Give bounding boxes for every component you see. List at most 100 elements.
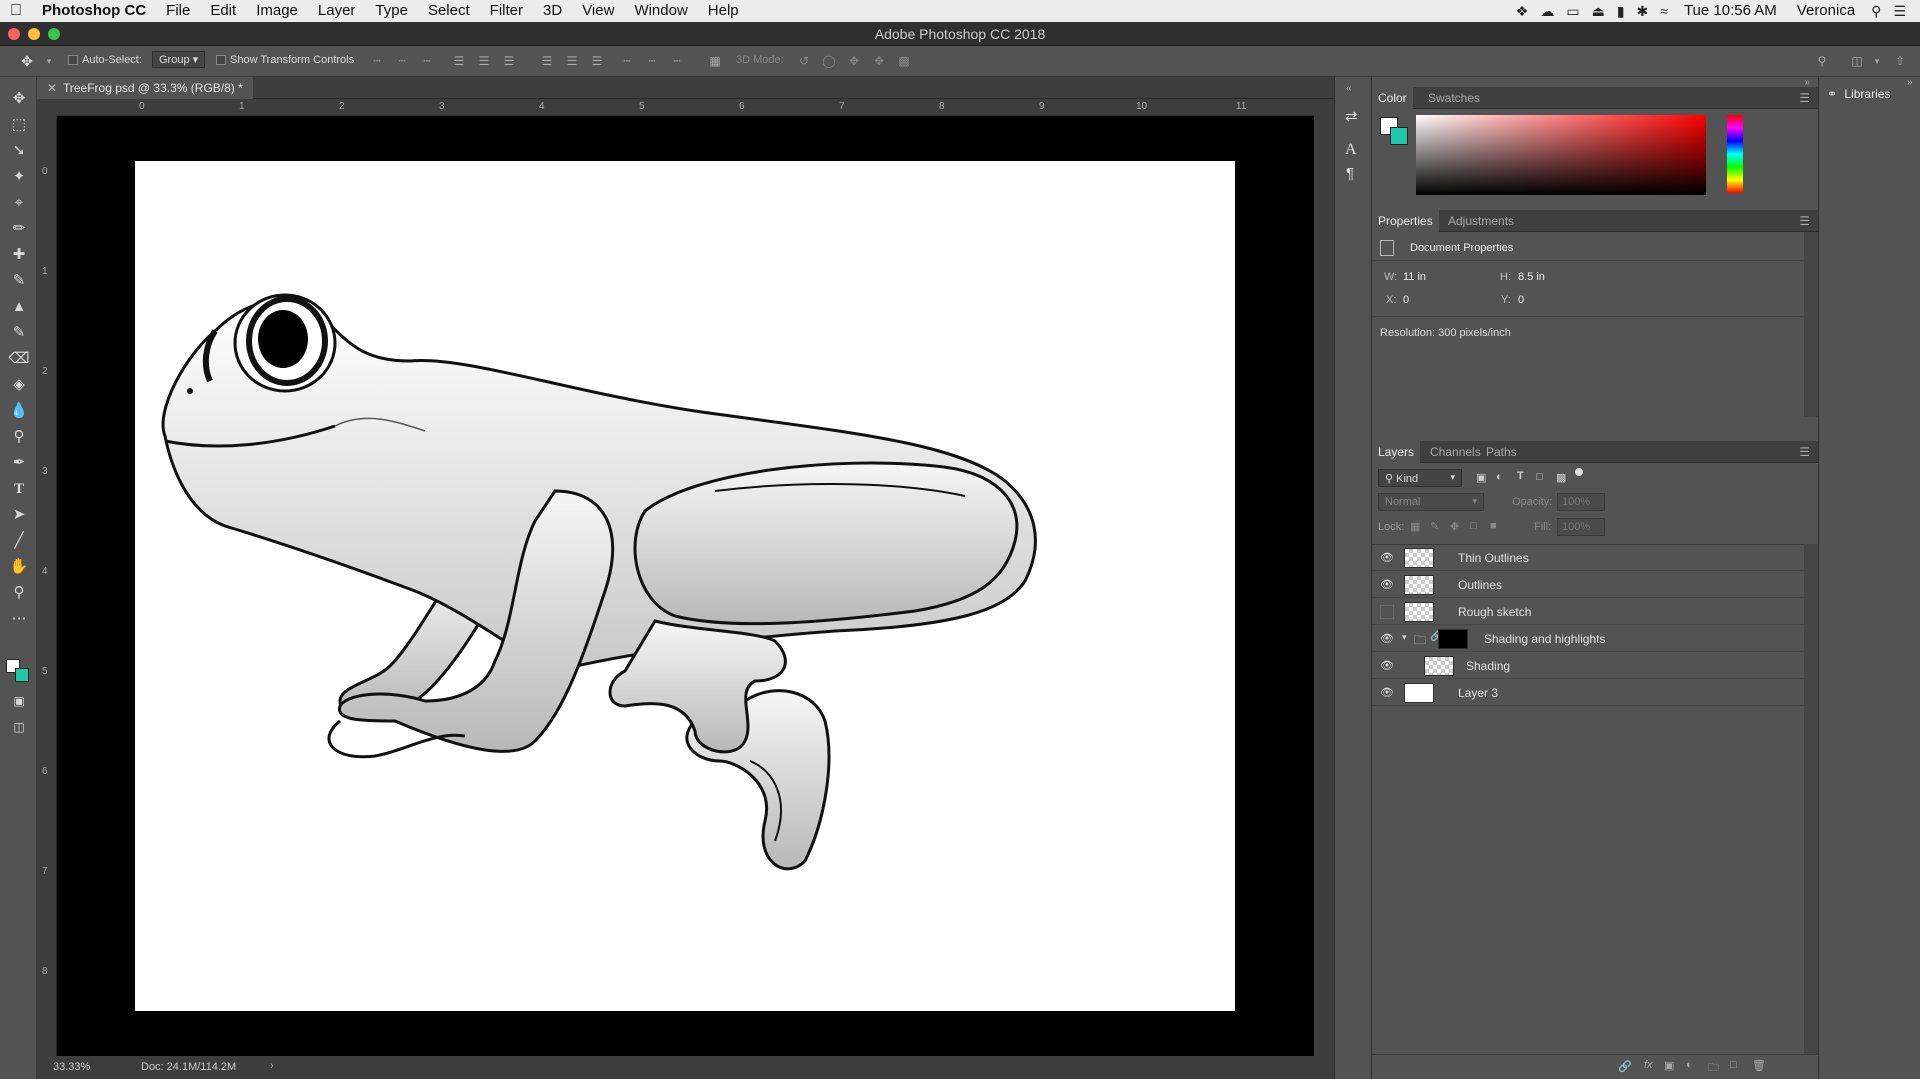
x-value[interactable]: 0 [1403, 294, 1409, 306]
screen-mode-icon[interactable]: ◫ [8, 717, 30, 737]
menu-filter[interactable]: Filter [480, 0, 533, 22]
layer-row[interactable]: 👁 Shading [1372, 653, 1804, 679]
new-layer-icon[interactable]: □ [1730, 1059, 1737, 1071]
align-vcenter-icon[interactable]: ┄ [395, 54, 409, 68]
filter-toggle[interactable] [1575, 468, 1583, 476]
clone-stamp-tool-icon[interactable]: ▲ [8, 297, 30, 317]
share-icon[interactable]: ⇧ [1893, 54, 1907, 68]
lock-transparent-icon[interactable]: ▦ [1410, 520, 1420, 533]
notification-center-icon[interactable]: ☰ [1887, 3, 1920, 20]
paint-bucket-tool-icon[interactable]: ◈ [8, 375, 30, 395]
panel-menu-icon[interactable]: ☰ [1799, 91, 1810, 105]
bluetooth-icon[interactable]: ✱ [1631, 3, 1655, 20]
line-tool-icon[interactable]: ╱ [8, 531, 30, 551]
lock-position-icon[interactable]: ✥ [1450, 520, 1459, 533]
tab-adjustments[interactable]: Adjustments [1442, 210, 1520, 232]
new-group-icon[interactable]: 🗀 [1708, 1059, 1719, 1078]
menu-edit[interactable]: Edit [200, 0, 246, 22]
hidden-eye-toggle[interactable] [1380, 605, 1394, 619]
canvas-area[interactable] [57, 116, 1314, 1056]
distribute-top-icon[interactable]: ☰ [540, 54, 554, 68]
collapse-dock-icon[interactable]: « [1346, 83, 1352, 94]
layer-name[interactable]: Outlines [1458, 578, 1502, 592]
zoom-tool-icon[interactable]: ⚲ [8, 583, 30, 603]
panel-menu-icon[interactable]: ☰ [1799, 445, 1810, 459]
3d-pan-icon[interactable]: ✥ [847, 54, 861, 68]
menu-window[interactable]: Window [624, 0, 697, 22]
magic-wand-tool-icon[interactable]: ✦ [8, 167, 30, 187]
distribute-left-icon[interactable]: ┄ [620, 54, 634, 68]
height-value[interactable]: 8.5 in [1518, 271, 1545, 283]
marquee-tool-icon[interactable]: ⬚ [8, 115, 30, 135]
quick-mask-icon[interactable]: ▣ [8, 691, 30, 711]
menu-3d[interactable]: 3D [533, 0, 572, 22]
3d-orbit-icon[interactable]: ↺ [797, 54, 811, 68]
layer-row[interactable]: 👁 Outlines [1372, 572, 1804, 598]
eye-icon[interactable]: 👁 [1380, 632, 1394, 646]
eyedropper-tool-icon[interactable]: ✏ [8, 219, 30, 239]
distribute-right-icon[interactable]: ┄ [670, 54, 684, 68]
layer-style-icon[interactable]: fx [1644, 1059, 1653, 1071]
history-panel-icon[interactable]: ⇄ [1345, 107, 1358, 125]
auto-select-dropdown[interactable]: Group ▾ [152, 51, 206, 68]
distribute-hcenter-icon[interactable]: ┄ [645, 54, 659, 68]
workspace-icon[interactable]: ◫ [1850, 54, 1864, 68]
menubar-clock[interactable]: Tue 10:56 AM [1674, 0, 1787, 22]
layers-scrollbar[interactable] [1804, 544, 1818, 1054]
canvas-vertical-scrollbar[interactable] [1314, 99, 1334, 1079]
move-tool-preset-icon[interactable]: ✥ [20, 54, 34, 68]
tab-paths[interactable]: Paths [1480, 441, 1523, 463]
history-brush-tool-icon[interactable]: ✎ [8, 323, 30, 343]
lock-all-icon[interactable]: ■ [1490, 520, 1497, 532]
auto-select-checkbox[interactable] [68, 55, 78, 66]
filter-shape-icon[interactable]: □ [1536, 471, 1543, 483]
3d-scale-icon[interactable]: ▩ [897, 54, 911, 68]
eye-icon[interactable]: 👁 [1380, 686, 1394, 700]
chevron-down-icon[interactable]: ▾ [42, 54, 56, 68]
tab-channels[interactable]: Channels [1424, 441, 1487, 463]
auto-select-option[interactable]: Auto-Select: [68, 54, 142, 66]
layer-name[interactable]: Layer 3 [1458, 686, 1498, 700]
cloud-icon[interactable]: ☁ [1534, 3, 1560, 20]
layer-name[interactable]: Shading and highlights [1484, 632, 1605, 646]
wifi-icon[interactable]: ≈ [1654, 3, 1674, 19]
type-tool-icon[interactable]: T [8, 479, 30, 499]
document-canvas[interactable] [135, 161, 1235, 1011]
path-selection-tool-icon[interactable]: ➤ [8, 505, 30, 525]
panel-menu-icon[interactable]: ☰ [1799, 214, 1810, 228]
healing-brush-tool-icon[interactable]: ✚ [8, 245, 30, 265]
lock-artboard-icon[interactable]: □ [1470, 520, 1477, 532]
filter-adjustment-icon[interactable]: ◐ [1496, 471, 1503, 483]
layer-mask-thumbnail[interactable] [1438, 629, 1468, 649]
tab-swatches[interactable]: Swatches [1422, 87, 1486, 109]
align-hcenter-icon[interactable]: ☰ [477, 54, 491, 68]
menu-app-name[interactable]: Photoshop CC [32, 0, 156, 22]
tab-color[interactable]: Color [1372, 87, 1413, 109]
crop-tool-icon[interactable]: ⌖ [8, 193, 30, 213]
link-layers-icon[interactable]: 🔗 [1618, 1060, 1632, 1073]
filter-type-icon[interactable]: T [1517, 470, 1524, 482]
3d-roll-icon[interactable]: ◯ [822, 54, 836, 68]
add-mask-icon[interactable]: ▣ [1664, 1059, 1674, 1072]
align-right-icon[interactable]: ☰ [502, 54, 516, 68]
layer-row[interactable]: 👁 Layer 3 [1372, 680, 1804, 706]
character-panel-icon[interactable]: A [1345, 141, 1357, 159]
paragraph-panel-icon[interactable]: ¶ [1346, 165, 1354, 182]
layer-name[interactable]: Shading [1466, 659, 1510, 673]
display-icon[interactable]: ▭ [1560, 3, 1585, 20]
tab-properties[interactable]: Properties [1372, 210, 1439, 232]
tab-layers[interactable]: Layers [1372, 441, 1421, 463]
opacity-field[interactable]: 100% [1557, 493, 1605, 511]
libraries-button[interactable]: ⚭ Libraries [1827, 87, 1915, 105]
document-tab[interactable]: ✕ TreeFrog.psd @ 33.3% (RGB/8) * [37, 77, 253, 99]
menu-type[interactable]: Type [365, 0, 418, 22]
layer-row[interactable]: Rough sketch [1372, 599, 1804, 625]
apple-icon[interactable]:  [0, 0, 32, 22]
distribute-vcenter-icon[interactable]: ☰ [565, 54, 579, 68]
layer-name[interactable]: Thin Outlines [1458, 551, 1529, 565]
adjustment-layer-icon[interactable]: ◐ [1686, 1059, 1693, 1071]
chevron-right-icon[interactable]: › [270, 1060, 274, 1072]
dropbox-icon[interactable]: ❖ [1510, 3, 1535, 20]
menu-layer[interactable]: Layer [308, 0, 366, 22]
align-bottom-icon[interactable]: ┄ [420, 54, 434, 68]
